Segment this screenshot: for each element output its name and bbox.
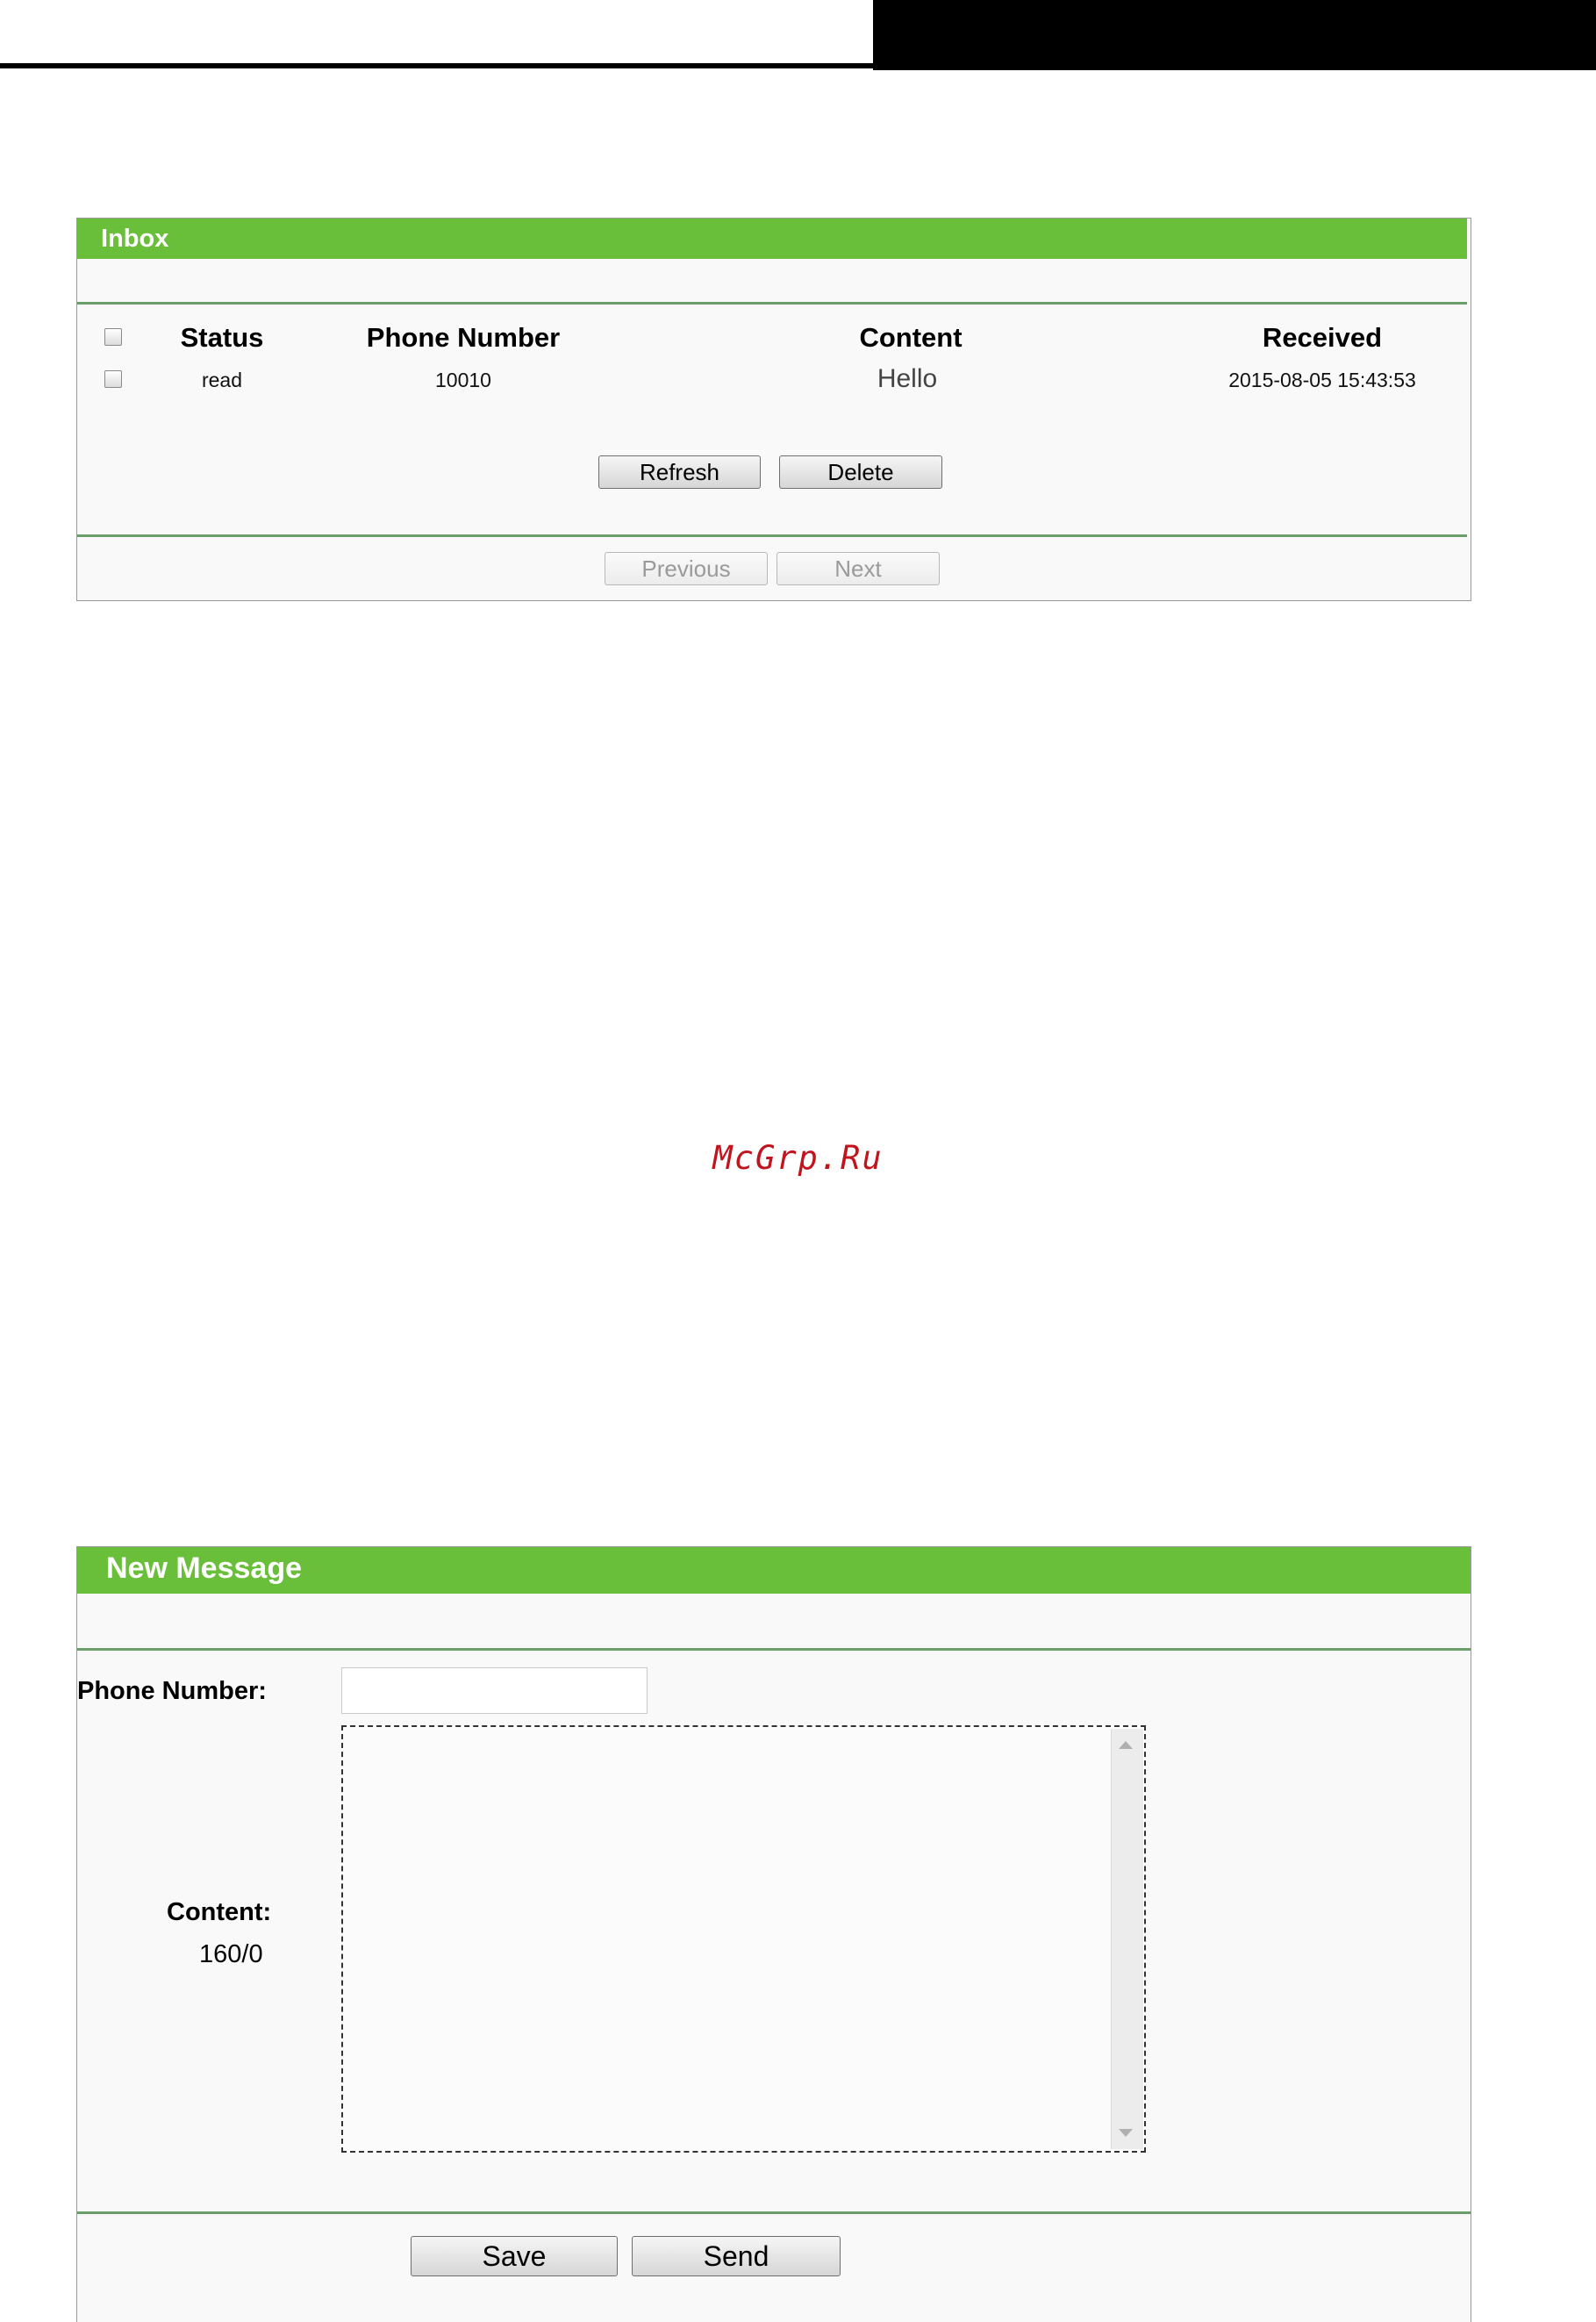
row-received: 2015-08-05 15:43:53 [1228,369,1416,391]
watermark: McGrp.Ru [712,1139,884,1177]
scroll-up-arrow-icon[interactable] [1119,1741,1133,1749]
content-textarea[interactable] [341,1725,1146,2153]
delete-button[interactable]: Delete [779,455,942,489]
character-counter: 160/0 [199,1940,263,1968]
new-message-top-rule [77,1648,1471,1651]
inbox-title: Inbox [77,219,1467,259]
save-button[interactable]: Save [411,2236,618,2276]
column-received: Received [1262,322,1383,353]
inbox-panel: Inbox Status Phone Number Content Receiv… [76,218,1471,601]
select-all-checkbox[interactable] [104,328,122,346]
scroll-down-arrow-icon[interactable] [1119,2129,1133,2137]
new-message-title: New Message [77,1547,1471,1594]
inbox-top-rule [77,302,1467,305]
column-phone-number: Phone Number [366,322,561,353]
previous-button[interactable]: Previous [605,552,768,585]
row-checkbox[interactable] [104,370,122,388]
header-rule [0,63,873,68]
content-scrollbar[interactable] [1111,1729,1143,2149]
phone-number-input[interactable] [341,1667,648,1714]
content-label: Content: [167,1898,272,1926]
new-message-bottom-rule [77,2211,1471,2214]
row-status: read [201,369,243,391]
send-button[interactable]: Send [632,2236,841,2276]
column-content: Content [859,322,963,353]
header-block [873,0,1596,70]
column-status: Status [180,322,264,353]
next-button[interactable]: Next [777,552,940,585]
row-phone-number: 10010 [435,369,491,391]
new-message-panel: New Message Phone Number: Content: 160/0… [76,1546,1471,2322]
phone-number-label: Phone Number: [77,1677,267,1705]
refresh-button[interactable]: Refresh [598,455,761,489]
inbox-bottom-rule [77,534,1467,537]
row-content: Hello [877,364,938,393]
